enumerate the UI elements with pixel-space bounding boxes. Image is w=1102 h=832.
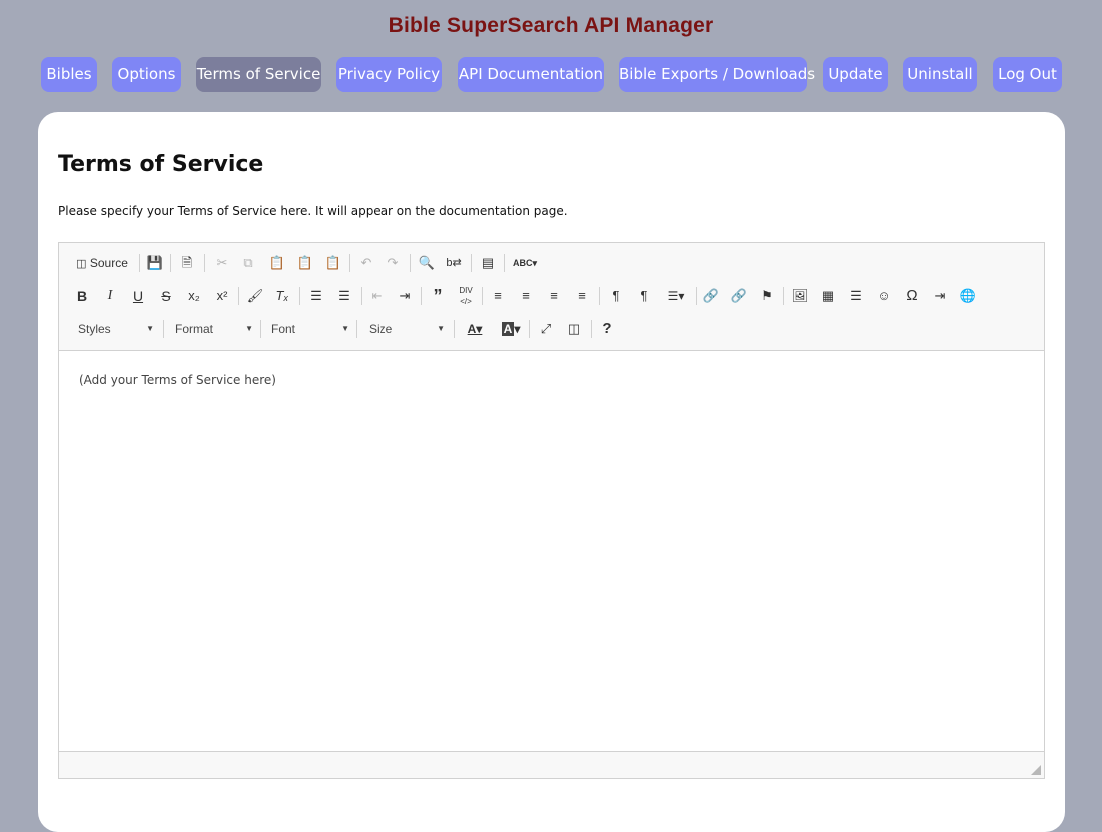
editor-toolbar: ◫ Source 💾 🗎 ✂ ⧉ 📋 📋 📋 ↶ ↷ 🔍 b⇄ ▤ ABC▾ B… (59, 243, 1044, 351)
paste-text-icon[interactable]: 📋 (294, 252, 316, 274)
align-center-icon[interactable]: ≡ (515, 285, 537, 307)
copy-icon[interactable]: ⧉ (237, 252, 259, 274)
styles-combo[interactable]: Styles ▼ (72, 318, 160, 340)
page-description: Please specify your Terms of Service her… (58, 204, 568, 218)
background-color-icon[interactable]: A ▾ (496, 318, 526, 340)
new-page-icon[interactable]: 🗎 (176, 252, 198, 274)
subscript-icon[interactable]: x₂ (183, 285, 205, 307)
unlink-icon[interactable]: 🔗 (728, 285, 750, 307)
cut-icon[interactable]: ✂ (211, 252, 233, 274)
show-blocks-icon[interactable]: ◫ (563, 318, 585, 340)
nav-terms-of-service[interactable]: Terms of Service (196, 57, 321, 92)
table-icon[interactable]: ▦ (817, 285, 839, 307)
bold-icon[interactable]: B (71, 285, 93, 307)
maximize-icon[interactable]: ⤢ (535, 318, 557, 340)
italic-icon[interactable]: I (99, 285, 121, 307)
page-title: Terms of Service (58, 152, 264, 177)
nav-bible-exports[interactable]: Bible Exports / Downloads (619, 57, 815, 92)
spellcheck-icon[interactable]: ABC▾ (511, 252, 539, 274)
horizontal-line-icon[interactable]: ☰ (845, 285, 867, 307)
size-combo[interactable]: Size ▼ (363, 318, 451, 340)
app-title: Bible SuperSearch API Manager (388, 14, 714, 37)
chevron-down-icon: ▼ (146, 324, 154, 333)
remove-format-icon[interactable]: Tₓ (271, 285, 293, 307)
superscript-icon[interactable]: x² (211, 285, 233, 307)
div-container-icon[interactable]: DIV </> (455, 285, 477, 307)
resize-handle-icon[interactable] (1031, 765, 1041, 775)
strikethrough-icon[interactable]: S (155, 285, 177, 307)
paste-icon[interactable]: 📋 (266, 252, 288, 274)
align-right-icon[interactable]: ≡ (543, 285, 565, 307)
language-icon[interactable]: ☰▾ (661, 285, 691, 307)
editor-content-text: (Add your Terms of Service here) (79, 373, 276, 387)
copy-format-icon[interactable]: 🖌 (244, 285, 266, 307)
bulleted-list-icon[interactable]: ☰ (333, 285, 355, 307)
editor-content-area[interactable]: (Add your Terms of Service here) (59, 351, 1044, 751)
text-direction-rtl-icon[interactable]: ¶ (633, 285, 655, 307)
save-icon[interactable]: 💾 (144, 252, 166, 274)
redo-icon[interactable]: ↷ (382, 252, 404, 274)
link-icon[interactable]: 🔗 (700, 285, 722, 307)
align-justify-icon[interactable]: ≡ (571, 285, 593, 307)
nav-options[interactable]: Options (112, 57, 181, 92)
blockquote-icon[interactable]: ” (427, 285, 449, 307)
iframe-globe-icon[interactable]: 🌐 (957, 285, 979, 307)
format-label: Format (175, 322, 214, 336)
font-label: Font (271, 322, 296, 336)
editor-status-bar (59, 751, 1044, 778)
nav-log-out[interactable]: Log Out (993, 57, 1062, 92)
outdent-icon[interactable]: ⇤ (366, 285, 388, 307)
rich-text-editor: ◫ Source 💾 🗎 ✂ ⧉ 📋 📋 📋 ↶ ↷ 🔍 b⇄ ▤ ABC▾ B… (58, 242, 1045, 779)
chevron-down-icon: ▼ (437, 324, 445, 333)
special-char-icon[interactable]: Ω (901, 285, 923, 307)
source-icon: ◫ (76, 258, 87, 270)
nav-api-documentation[interactable]: API Documentation (458, 57, 604, 92)
anchor-flag-icon[interactable]: ⚑ (756, 285, 778, 307)
size-label: Size (369, 322, 393, 336)
nav-bibles[interactable]: Bibles (41, 57, 97, 92)
chevron-down-icon: ▼ (341, 324, 349, 333)
nav-privacy-policy[interactable]: Privacy Policy (336, 57, 442, 92)
page-break-icon[interactable]: ⇥ (929, 285, 951, 307)
paste-word-icon[interactable]: 📋 (322, 252, 344, 274)
format-combo[interactable]: Format ▼ (169, 318, 259, 340)
font-combo[interactable]: Font ▼ (265, 318, 355, 340)
nav-update[interactable]: Update (823, 57, 888, 92)
nav-uninstall[interactable]: Uninstall (903, 57, 977, 92)
image-icon[interactable]: 🖼 (789, 285, 811, 307)
select-all-icon[interactable]: ▤ (477, 252, 499, 274)
smiley-icon[interactable]: ☺ (873, 285, 895, 307)
text-color-icon[interactable]: A▾ (460, 318, 490, 340)
chevron-down-icon: ▼ (245, 324, 253, 333)
content-panel: Terms of Service Please specify your Ter… (38, 112, 1065, 832)
indent-icon[interactable]: ⇥ (394, 285, 416, 307)
source-button[interactable]: ◫ Source (71, 252, 133, 274)
styles-label: Styles (78, 322, 111, 336)
undo-icon[interactable]: ↶ (355, 252, 377, 274)
help-icon[interactable]: ? (596, 318, 618, 340)
text-direction-ltr-icon[interactable]: ¶ (605, 285, 627, 307)
numbered-list-icon[interactable]: ☰ (305, 285, 327, 307)
align-left-icon[interactable]: ≡ (487, 285, 509, 307)
underline-icon[interactable]: U (127, 285, 149, 307)
source-label: Source (89, 256, 128, 270)
find-icon[interactable]: 🔍 (416, 252, 438, 274)
replace-icon[interactable]: b⇄ (443, 252, 465, 274)
